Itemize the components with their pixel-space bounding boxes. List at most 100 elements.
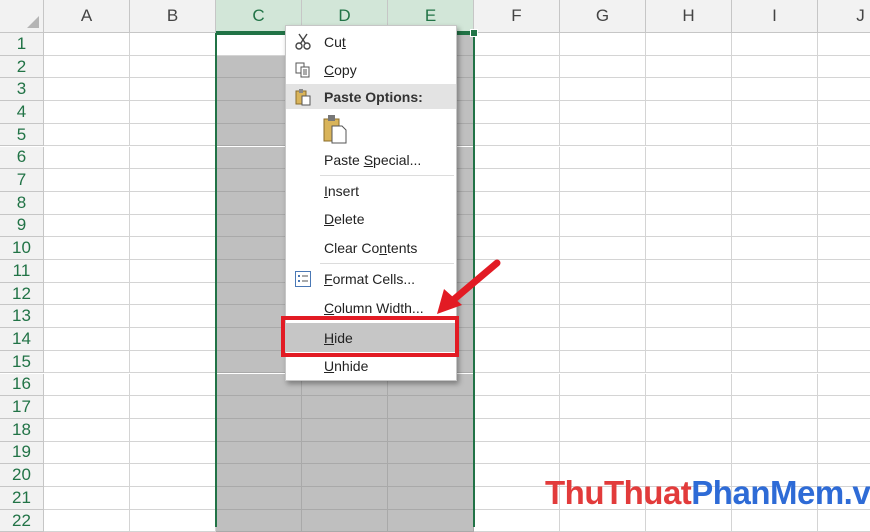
cell-i11[interactable] <box>732 260 818 283</box>
menu-item-clear-contents[interactable]: Clear Contents <box>286 235 456 261</box>
cell-c17[interactable] <box>216 396 302 419</box>
cell-h7[interactable] <box>646 169 732 192</box>
cell-j12[interactable] <box>818 282 870 306</box>
cell-j4[interactable] <box>818 101 870 124</box>
row-header-1[interactable]: 1 <box>0 33 44 56</box>
cell-e18[interactable] <box>388 418 474 442</box>
cell-f13[interactable] <box>474 305 560 329</box>
menu-item-cut[interactable]: Cut <box>286 29 456 55</box>
cell-g10[interactable] <box>560 237 646 260</box>
cell-j14[interactable] <box>818 328 870 351</box>
cell-a13[interactable] <box>44 305 130 329</box>
cell-j17[interactable] <box>818 396 870 419</box>
row-header-17[interactable]: 17 <box>0 396 44 419</box>
cell-g14[interactable] <box>560 328 646 351</box>
cell-f4[interactable] <box>474 101 560 124</box>
column-header-i[interactable]: I <box>732 0 818 33</box>
cell-h4[interactable] <box>646 101 732 124</box>
cell-i8[interactable] <box>732 191 818 215</box>
cell-i15[interactable] <box>732 350 818 374</box>
cell-g7[interactable] <box>560 169 646 192</box>
cell-b20[interactable] <box>130 464 216 487</box>
cell-h3[interactable] <box>646 78 732 102</box>
cell-i2[interactable] <box>732 55 818 79</box>
cell-b12[interactable] <box>130 282 216 306</box>
cell-d22[interactable] <box>302 509 388 532</box>
cell-b16[interactable] <box>130 373 216 397</box>
cell-g11[interactable] <box>560 260 646 283</box>
cell-h17[interactable] <box>646 396 732 419</box>
cell-i1[interactable] <box>732 33 818 56</box>
cell-g22[interactable] <box>560 509 646 532</box>
cell-g5[interactable] <box>560 123 646 147</box>
cell-g15[interactable] <box>560 350 646 374</box>
cell-i7[interactable] <box>732 169 818 192</box>
cell-b9[interactable] <box>130 214 216 238</box>
row-header-9[interactable]: 9 <box>0 214 44 238</box>
cell-i3[interactable] <box>732 78 818 102</box>
row-header-6[interactable]: 6 <box>0 146 44 170</box>
cell-i9[interactable] <box>732 214 818 238</box>
cell-i19[interactable] <box>732 441 818 465</box>
cell-h10[interactable] <box>646 237 732 260</box>
cell-d20[interactable] <box>302 464 388 487</box>
cell-b19[interactable] <box>130 441 216 465</box>
cell-f11[interactable] <box>474 260 560 283</box>
cell-j5[interactable] <box>818 123 870 147</box>
cell-a8[interactable] <box>44 191 130 215</box>
row-header-21[interactable]: 21 <box>0 487 44 510</box>
column-header-h[interactable]: H <box>646 0 732 33</box>
cell-j8[interactable] <box>818 191 870 215</box>
cell-e21[interactable] <box>388 487 474 510</box>
row-header-3[interactable]: 3 <box>0 78 44 102</box>
cell-h19[interactable] <box>646 441 732 465</box>
cell-h9[interactable] <box>646 214 732 238</box>
cell-j2[interactable] <box>818 55 870 79</box>
paste-option-default[interactable] <box>286 112 456 146</box>
cell-e20[interactable] <box>388 464 474 487</box>
row-header-2[interactable]: 2 <box>0 55 44 79</box>
cell-i16[interactable] <box>732 373 818 397</box>
row-header-8[interactable]: 8 <box>0 191 44 215</box>
cell-a3[interactable] <box>44 78 130 102</box>
menu-item-delete[interactable]: Delete <box>286 206 456 232</box>
cell-g13[interactable] <box>560 305 646 329</box>
cell-i14[interactable] <box>732 328 818 351</box>
cell-a4[interactable] <box>44 101 130 124</box>
cell-g12[interactable] <box>560 282 646 306</box>
cell-b15[interactable] <box>130 350 216 374</box>
cell-i6[interactable] <box>732 146 818 170</box>
cell-c19[interactable] <box>216 441 302 465</box>
cell-j22[interactable] <box>818 509 870 532</box>
cell-h1[interactable] <box>646 33 732 56</box>
cell-b10[interactable] <box>130 237 216 260</box>
row-header-20[interactable]: 20 <box>0 464 44 487</box>
cell-f10[interactable] <box>474 237 560 260</box>
column-header-g[interactable]: G <box>560 0 646 33</box>
cell-a5[interactable] <box>44 123 130 147</box>
row-header-11[interactable]: 11 <box>0 260 44 283</box>
cell-j16[interactable] <box>818 373 870 397</box>
cell-h2[interactable] <box>646 55 732 79</box>
cell-a10[interactable] <box>44 237 130 260</box>
cell-a22[interactable] <box>44 509 130 532</box>
cell-a19[interactable] <box>44 441 130 465</box>
cell-g17[interactable] <box>560 396 646 419</box>
cell-f3[interactable] <box>474 78 560 102</box>
cell-b7[interactable] <box>130 169 216 192</box>
cell-f18[interactable] <box>474 418 560 442</box>
cell-g8[interactable] <box>560 191 646 215</box>
cell-f14[interactable] <box>474 328 560 351</box>
cell-f8[interactable] <box>474 191 560 215</box>
cell-j11[interactable] <box>818 260 870 283</box>
cell-h8[interactable] <box>646 191 732 215</box>
cell-f12[interactable] <box>474 282 560 306</box>
cell-c21[interactable] <box>216 487 302 510</box>
cell-a9[interactable] <box>44 214 130 238</box>
cell-g2[interactable] <box>560 55 646 79</box>
cell-a18[interactable] <box>44 418 130 442</box>
cell-j9[interactable] <box>818 214 870 238</box>
cell-b4[interactable] <box>130 101 216 124</box>
cell-j3[interactable] <box>818 78 870 102</box>
column-header-j[interactable]: J <box>818 0 870 33</box>
